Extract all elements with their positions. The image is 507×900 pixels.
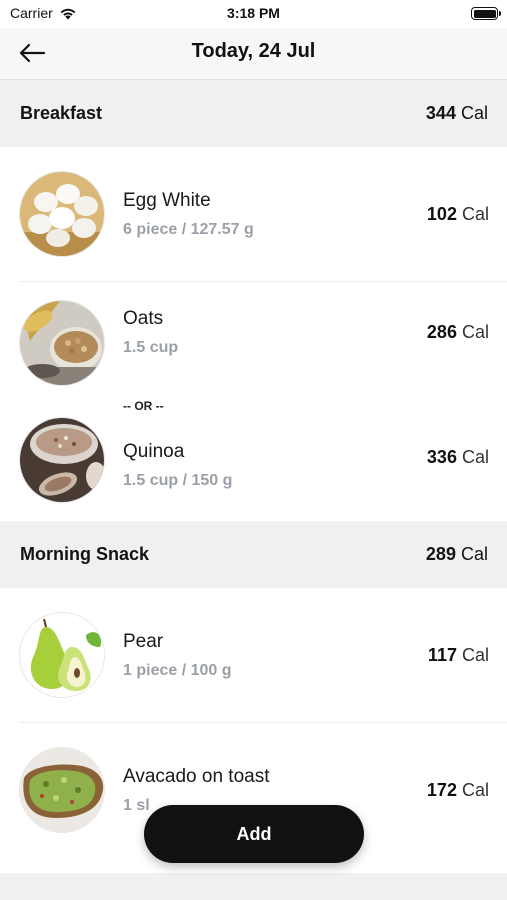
status-bar: Carrier 3:18 PM xyxy=(0,0,507,28)
section-calories: 344 Cal xyxy=(426,103,488,124)
section-title: Morning Snack xyxy=(20,544,150,564)
page-title: Today, 24 Jul xyxy=(191,40,316,62)
oats-image xyxy=(19,300,105,386)
food-item-quinoa[interactable]: Quinoa 1.5 cup / 150 g 336 Cal xyxy=(0,416,507,521)
food-name: Avacado on toast xyxy=(123,765,270,787)
food-item-pear[interactable]: Pear 1 piece / 100 g 117 Cal xyxy=(0,588,507,722)
food-portion: 1.5 cup xyxy=(123,338,179,356)
section-title: Breakfast xyxy=(20,103,103,123)
nav-bar: Today, 24 Jul xyxy=(0,28,507,80)
status-time: 3:18 PM xyxy=(227,5,280,21)
food-cal-unit: Cal xyxy=(461,203,489,224)
section-cal-value: 344 xyxy=(425,103,456,123)
quinoa-image xyxy=(19,417,105,503)
food-cal-value: 172 xyxy=(426,779,457,800)
food-calories: 286 Cal xyxy=(427,322,489,343)
meal-list: Breakfast 344 Cal Egg White 6 piece / 12… xyxy=(0,80,507,857)
food-cal-value: 102 xyxy=(426,203,457,224)
food-cal-unit: Cal xyxy=(461,321,489,342)
food-cal-value: 117 xyxy=(427,644,457,665)
or-separator: -- OR -- xyxy=(123,399,164,413)
food-cal-unit: Cal xyxy=(461,447,489,467)
section-cal-unit: Cal xyxy=(460,103,488,123)
food-name: Quinoa xyxy=(123,441,185,462)
food-calories: 336 Cal xyxy=(427,447,489,468)
food-cal-unit: Cal xyxy=(461,644,489,665)
food-calories: 117 Cal xyxy=(428,645,489,666)
section-header-morning-snack: Morning Snack 289 Cal xyxy=(0,521,507,588)
food-cal-value: 286 xyxy=(426,321,457,342)
food-portion: 1.5 cup / 150 g xyxy=(123,472,233,489)
section-calories: 289 Cal xyxy=(426,544,488,565)
food-item-egg-white[interactable]: Egg White 6 piece / 127.57 g 102 Cal xyxy=(0,147,507,281)
section-cal-unit: Cal xyxy=(460,544,488,564)
food-name: Pear xyxy=(123,630,164,652)
food-cal-value: 336 xyxy=(426,447,457,467)
section-header-next xyxy=(0,873,507,900)
food-name: Oats xyxy=(123,307,164,329)
food-portion: 6 piece / 127.57 g xyxy=(123,220,254,238)
avocado-toast-image xyxy=(19,747,105,833)
food-item-oats[interactable]: Oats 1.5 cup 286 Cal xyxy=(0,282,507,396)
add-button[interactable]: Add xyxy=(144,805,364,863)
food-portion: 1 piece / 100 g xyxy=(123,661,232,679)
battery-icon xyxy=(471,7,501,20)
food-cal-unit: Cal xyxy=(461,779,489,800)
food-calories: 102 Cal xyxy=(427,204,489,225)
egg-white-image xyxy=(19,171,105,257)
food-name: Egg White xyxy=(123,189,211,211)
section-header-breakfast: Breakfast 344 Cal xyxy=(0,80,507,147)
food-calories: 172 Cal xyxy=(427,780,489,801)
section-cal-value: 289 xyxy=(425,544,456,564)
pear-image xyxy=(19,612,105,698)
